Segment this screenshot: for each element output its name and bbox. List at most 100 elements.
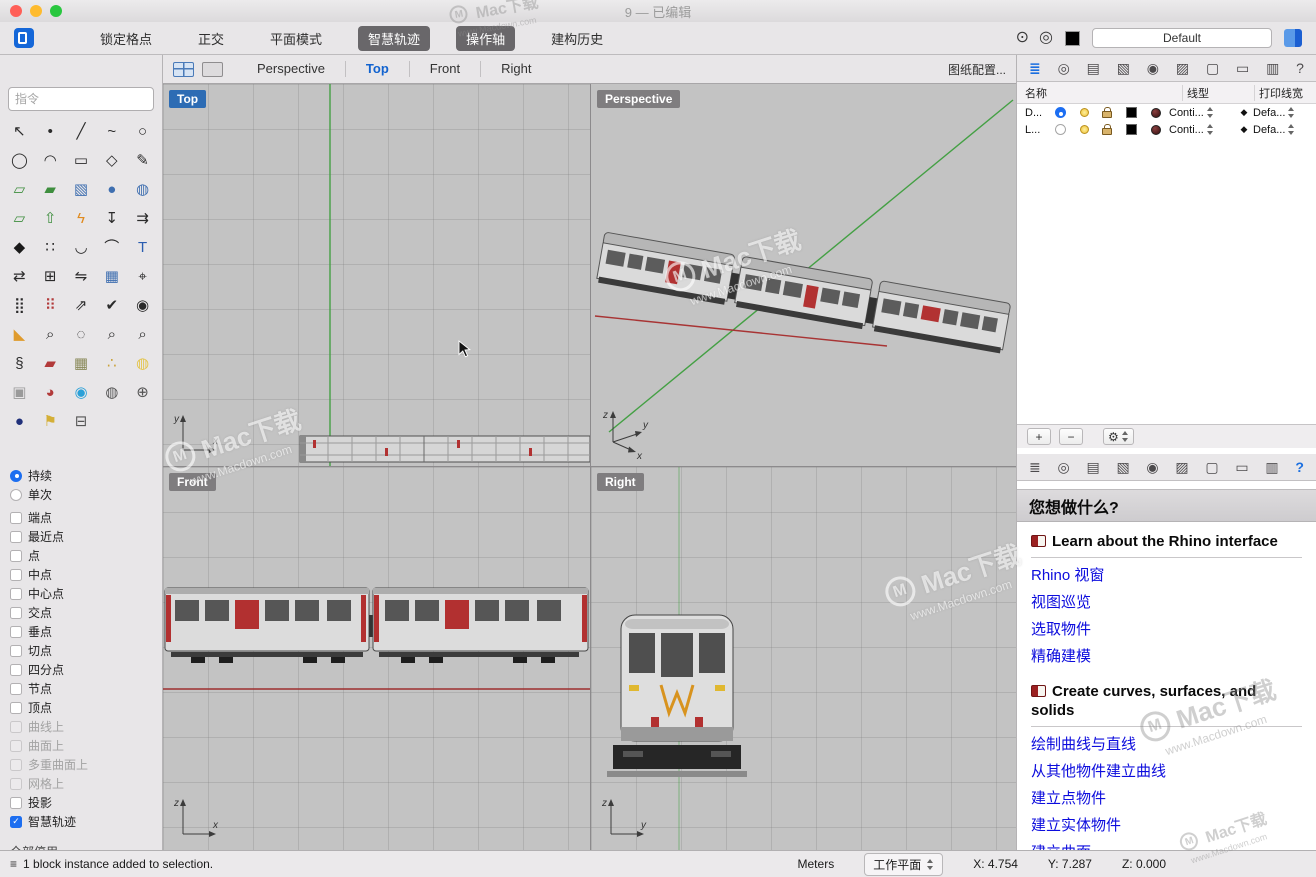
osnap-footer-button[interactable]: 全部停用: [10, 843, 162, 850]
radio-单次[interactable]: [10, 489, 22, 501]
print-width-dropdown[interactable]: Defa...: [1253, 124, 1316, 136]
arc-tool-icon[interactable]: ◠: [44, 153, 57, 168]
current-layer-radio[interactable]: [1055, 124, 1066, 135]
properties-panel-icon[interactable]: ▧: [1117, 61, 1130, 75]
color-wheel-tool-icon[interactable]: ◉: [74, 385, 87, 400]
layer-color-swatch[interactable]: [1126, 107, 1137, 118]
layout-settings-button[interactable]: 图纸配置...: [948, 61, 1006, 78]
layout-panel-icon[interactable]: ▭: [1235, 460, 1248, 474]
display-mode-dropdown[interactable]: Default: [1092, 28, 1272, 48]
remove-layer-button[interactable]: −: [1059, 428, 1083, 445]
radio-持续[interactable]: [10, 470, 22, 482]
cplane-dropdown[interactable]: 工作平面: [864, 853, 943, 876]
ellipse-tool-icon[interactable]: ◯: [11, 153, 28, 168]
lock-tool-icon[interactable]: ▣: [12, 385, 26, 400]
four-viewports-layout-icon[interactable]: [173, 62, 194, 77]
add-layer-button[interactable]: +: [1027, 428, 1051, 445]
array-tool-icon[interactable]: ⣿: [14, 298, 25, 313]
mirror-tool-icon[interactable]: ⇋: [75, 269, 88, 284]
osnap-item-网格上[interactable]: 网格上: [10, 774, 162, 793]
analyze-tool-icon[interactable]: ◉: [136, 298, 149, 313]
viewport-front[interactable]: Front: [163, 467, 590, 850]
polygon-tool-icon[interactable]: ◇: [106, 153, 118, 168]
osnap-item-单次[interactable]: 单次: [10, 485, 162, 504]
check-tool-icon[interactable]: ✔: [106, 298, 119, 313]
checkbox-曲线上[interactable]: [10, 721, 22, 733]
osnap-item-曲面上[interactable]: 曲面上: [10, 736, 162, 755]
point-tool-icon[interactable]: •: [48, 124, 53, 139]
layer-material-icon[interactable]: [1151, 108, 1161, 118]
viewport-tab-front[interactable]: Front: [409, 61, 480, 78]
curve-tool-icon[interactable]: ~: [107, 124, 116, 139]
surface-from-points-tool-icon[interactable]: ▱: [14, 182, 26, 197]
move-tool-icon[interactable]: ⇄: [13, 269, 26, 284]
checkbox-中心点[interactable]: [10, 588, 22, 600]
osnap-item-持续[interactable]: 持续: [10, 466, 162, 485]
viewport-perspective[interactable]: Perspective: [591, 84, 1016, 466]
project-tool-icon[interactable]: ↧: [106, 211, 119, 226]
layer-lock-icon[interactable]: [1102, 128, 1112, 135]
osnap-item-端点[interactable]: 端点: [10, 508, 162, 527]
viewport-top[interactable]: Top: [163, 84, 590, 466]
viewport-tab-top[interactable]: Top: [345, 61, 409, 78]
structure-tool-icon[interactable]: ⊟: [75, 414, 88, 429]
linetype-dropdown[interactable]: Conti...: [1169, 107, 1235, 119]
viewport-tab-right[interactable]: Right: [480, 61, 551, 78]
drop-tool-icon[interactable]: ◆: [14, 240, 26, 255]
polyline-tool-icon[interactable]: ╱: [76, 124, 85, 139]
sphere-tool-icon[interactable]: ●: [107, 182, 116, 197]
checkbox-交点[interactable]: [10, 607, 22, 619]
current-layer-radio[interactable]: [1055, 107, 1066, 118]
checkbox-节点[interactable]: [10, 683, 22, 695]
rectangle-tool-icon[interactable]: ▭: [74, 153, 88, 168]
osnap-item-点[interactable]: 点: [10, 546, 162, 565]
help-link-Rhino 视窗[interactable]: Rhino 视窗: [1031, 567, 1302, 585]
display-mode-panel-icon[interactable]: ▥: [1266, 61, 1279, 75]
display-panel-icon[interactable]: ◎: [1057, 460, 1069, 474]
point-cloud-tool-icon[interactable]: ∷: [45, 240, 55, 255]
column-name[interactable]: 名称: [1017, 85, 1182, 101]
fullscreen-button[interactable]: [50, 5, 62, 17]
layer-settings-button[interactable]: ⚙: [1103, 428, 1134, 445]
help-link-绘制曲线与直线[interactable]: 绘制曲线与直线: [1031, 736, 1302, 754]
osnap-item-交点[interactable]: 交点: [10, 603, 162, 622]
box-tool-icon[interactable]: ▧: [74, 182, 88, 197]
checkbox-最近点[interactable]: [10, 531, 22, 543]
zoom-tool-icon[interactable]: ⌕: [46, 327, 54, 342]
zoom-extents-tool-icon[interactable]: ⌕: [108, 327, 116, 342]
globe-tool-icon[interactable]: ◍: [105, 385, 118, 400]
osnap-item-投影[interactable]: 投影: [10, 793, 162, 812]
osnap-item-多重曲面上[interactable]: 多重曲面上: [10, 755, 162, 774]
help-link-建立点物件[interactable]: 建立点物件: [1031, 790, 1302, 808]
osnap-item-节点[interactable]: 节点: [10, 679, 162, 698]
checkbox-垂点[interactable]: [10, 626, 22, 638]
layer-visibility-bulb-icon[interactable]: [1080, 108, 1089, 117]
checkbox-顶点[interactable]: [10, 702, 22, 714]
help-panel-icon[interactable]: ?: [1295, 460, 1304, 474]
help-link-视图巡览[interactable]: 视图巡览: [1031, 594, 1302, 612]
osnap-item-中心点[interactable]: 中心点: [10, 584, 162, 603]
osnap-item-智慧轨迹[interactable]: ✓智慧轨迹: [10, 812, 162, 831]
sketch-tool-icon[interactable]: ✎: [136, 153, 149, 168]
display-mode-panel-icon[interactable]: ▥: [1265, 460, 1278, 474]
extrude-tool-icon[interactable]: ⇧: [44, 211, 57, 226]
viewport-label-perspective[interactable]: Perspective: [597, 90, 680, 108]
osnap-item-最近点[interactable]: 最近点: [10, 527, 162, 546]
help-link-选取物件[interactable]: 选取物件: [1031, 621, 1302, 639]
column-linetype[interactable]: 线型: [1182, 85, 1254, 101]
units-label[interactable]: Meters: [798, 857, 835, 871]
osnap-item-曲线上[interactable]: 曲线上: [10, 717, 162, 736]
layer-row-L...[interactable]: L...Conti...◆Defa...: [1017, 121, 1316, 138]
toolbar-button-智慧轨迹[interactable]: 智慧轨迹: [358, 26, 430, 51]
history-list-icon[interactable]: ≡: [10, 857, 17, 871]
column-printwidth[interactable]: 打印线宽: [1254, 85, 1316, 101]
circle-tool-icon[interactable]: ○: [138, 124, 147, 139]
materials-panel-icon[interactable]: ▨: [1176, 61, 1189, 75]
command-input[interactable]: [8, 87, 154, 111]
checkbox-曲面上[interactable]: [10, 740, 22, 752]
vehicle-tool-icon[interactable]: ▰: [44, 356, 56, 371]
grid-settings-tool-icon[interactable]: ▦: [74, 356, 88, 371]
select-arrow-tool-icon[interactable]: ↖: [13, 124, 26, 139]
osnap-item-切点[interactable]: 切点: [10, 641, 162, 660]
toolbar-button-锁定格点[interactable]: 锁定格点: [90, 26, 162, 51]
